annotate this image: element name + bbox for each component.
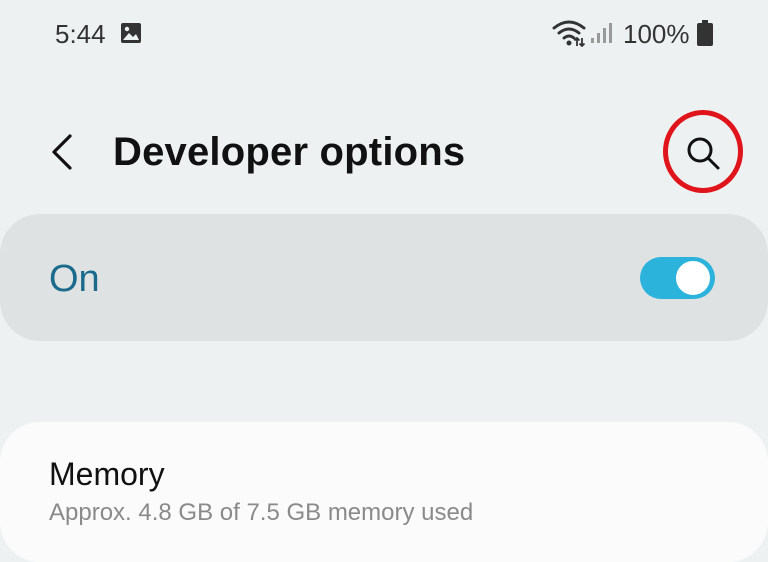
- back-button[interactable]: [40, 122, 88, 182]
- wifi-icon: [552, 19, 586, 48]
- chevron-left-icon: [40, 134, 88, 186]
- battery-percent: 100%: [623, 19, 690, 49]
- status-bar: 5:44 100%: [0, 0, 768, 68]
- signal-icon: [590, 22, 612, 44]
- toggle-thumb: [674, 259, 712, 297]
- battery-icon: [697, 20, 713, 46]
- memory-title: Memory: [49, 456, 165, 492]
- gallery-icon: [120, 22, 142, 44]
- status-time: 5:44: [55, 19, 106, 49]
- developer-options-switch-row[interactable]: On: [0, 214, 768, 341]
- list-item-memory[interactable]: Memory Approx. 4.8 GB of 7.5 GB memory u…: [0, 422, 768, 526]
- page-title: Developer options: [113, 130, 466, 174]
- memory-summary: Approx. 4.8 GB of 7.5 GB memory used: [49, 499, 474, 526]
- search-icon: [684, 134, 722, 172]
- master-switch-label: On: [49, 258, 100, 300]
- developer-options-toggle[interactable]: [640, 257, 715, 299]
- settings-card: Memory Approx. 4.8 GB of 7.5 GB memory u…: [0, 422, 768, 562]
